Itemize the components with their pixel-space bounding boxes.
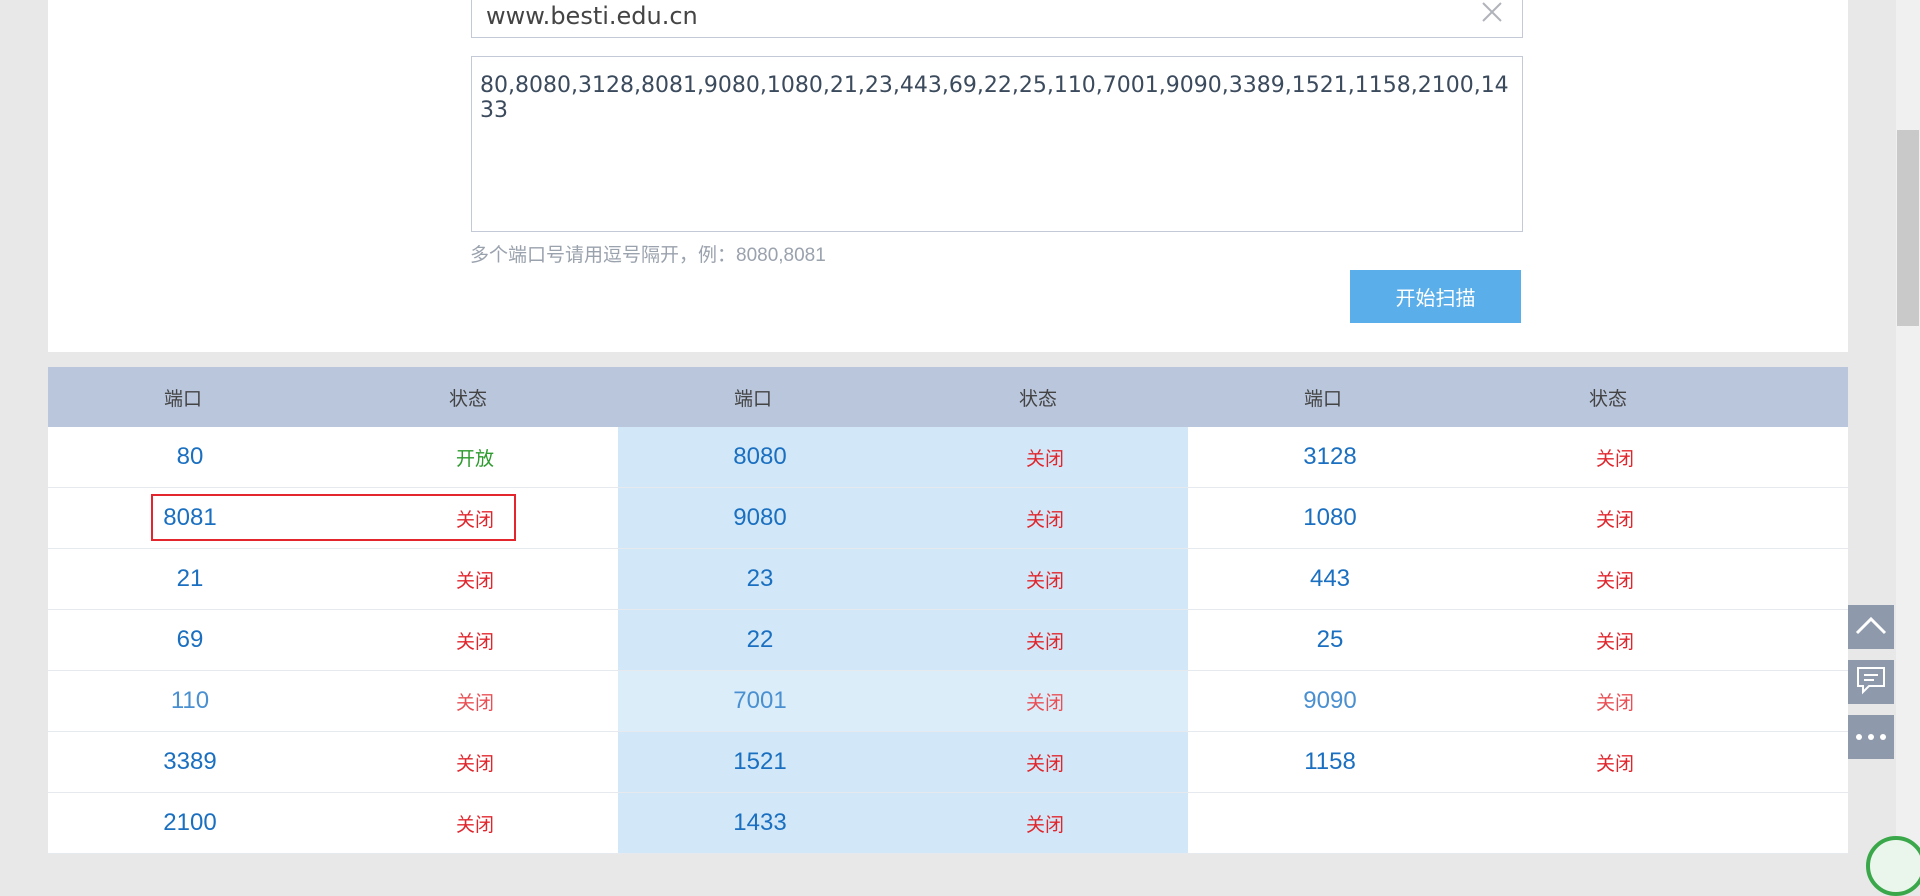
status-cell: 关闭 [1025,631,1064,653]
side-toolbar [1848,605,1896,770]
results-header: 端口 状态 端口 状态 端口 状态 [48,367,1848,427]
status-cell: 关闭 [1595,509,1634,531]
port-cell: 1521 [733,748,787,775]
results-rows: 80 开放 8080 关闭 3128 关闭 8081 关闭 9080 关闭 10 [48,427,1848,854]
status-cell [1472,793,1758,853]
status-cell: 关闭 [1025,448,1064,470]
ports-hint: 多个端口号请用逗号隔开，例：8080,8081 [470,245,826,266]
row-group: 2100 关闭 [48,793,618,853]
status-cell: 关闭 [455,753,494,775]
port-cell: 8080 [733,443,787,470]
port-cell: 1080 [1303,504,1357,531]
port-cell: 21 [176,565,204,592]
status-cell: 关闭 [1025,814,1064,836]
status-cell: 关闭 [1595,448,1634,470]
host-input-wrapper [471,0,1523,38]
start-scan-button[interactable]: 开始扫描 [1350,270,1521,323]
header-port-2: 端口 [733,388,772,410]
row-group: 22 关闭 [618,610,1188,670]
page-scrollbar[interactable] [1896,0,1920,854]
header-status-3: 状态 [1588,388,1627,410]
table-row: 3389 关闭 1521 关闭 1158 关闭 [48,732,1848,793]
feedback-icon [1855,665,1887,700]
row-group: 3389 关闭 [48,732,618,792]
status-cell: 关闭 [1025,509,1064,531]
status-cell: 关闭 [455,570,494,592]
table-row: 8081 关闭 9080 关闭 1080 关闭 [48,488,1848,549]
row-group: 7001 关闭 [618,671,1188,731]
table-row: 80 开放 8080 关闭 3128 关闭 [48,427,1848,488]
scan-results-table: 端口 状态 端口 状态 端口 状态 80 开放 8080 关闭 3128 关闭 … [48,367,1848,854]
row-group: 1521 关闭 [618,732,1188,792]
status-cell: 关闭 [1595,753,1634,775]
scan-form-panel: 80,8080,3128,8081,9080,1080,21,23,443,69… [48,0,1848,352]
more-icon [1854,728,1888,746]
row-group: 1080 关闭 [1188,488,1848,548]
port-cell: 69 [176,626,204,653]
row-group: 443 关闭 [1188,549,1848,609]
status-cell: 开放 [455,448,494,470]
row-group: 110 关闭 [48,671,618,731]
feedback-button[interactable] [1848,660,1894,704]
scrollbar-thumb[interactable] [1897,130,1919,326]
row-group [1188,793,1848,853]
port-cell: 8081 [163,504,217,531]
back-to-top-button[interactable] [1848,605,1894,649]
row-group: 8081 关闭 [48,488,618,548]
row-group: 3128 关闭 [1188,427,1848,487]
table-row: 69 关闭 22 关闭 25 关闭 [48,610,1848,671]
row-group: 8080 关闭 [618,427,1188,487]
status-cell: 关闭 [455,814,494,836]
row-group: 1158 关闭 [1188,732,1848,792]
row-group: 23 关闭 [618,549,1188,609]
port-cell: 2100 [163,809,217,836]
row-group: 69 关闭 [48,610,618,670]
header-status-1: 状态 [448,388,487,410]
table-row: 2100 关闭 1433 关闭 [48,793,1848,854]
header-status-2: 状态 [1018,388,1057,410]
port-cell: 1433 [733,809,787,836]
status-cell: 关闭 [1025,570,1064,592]
port-cell [1188,793,1472,853]
row-group: 9080 关闭 [618,488,1188,548]
status-cell: 关闭 [1025,692,1064,714]
more-button[interactable] [1848,715,1894,759]
status-cell: 关闭 [455,692,494,714]
header-port-1: 端口 [163,388,202,410]
security-badge-icon[interactable] [1866,836,1920,896]
table-row: 21 关闭 23 关闭 443 关闭 [48,549,1848,610]
port-cell: 22 [746,626,774,653]
row-group: 9090 关闭 [1188,671,1848,731]
status-cell: 关闭 [1025,753,1064,775]
status-cell: 关闭 [1595,631,1634,653]
port-cell: 7001 [733,687,787,714]
back-to-top-icon [1854,614,1888,641]
row-group: 25 关闭 [1188,610,1848,670]
close-icon[interactable] [1480,0,1504,24]
ports-textarea-wrapper: 80,8080,3128,8081,9080,1080,21,23,443,69… [471,56,1523,232]
port-cell: 110 [170,687,210,714]
row-group: 1433 关闭 [618,793,1188,853]
host-input[interactable] [472,0,1472,37]
port-cell: 80 [176,443,204,470]
header-port-3: 端口 [1303,388,1342,410]
port-cell: 9090 [1303,687,1357,714]
port-cell: 443 [1309,565,1351,592]
ports-textarea[interactable]: 80,8080,3128,8081,9080,1080,21,23,443,69… [472,57,1522,231]
status-cell: 关闭 [455,631,494,653]
status-cell: 关闭 [1595,692,1634,714]
status-cell: 关闭 [455,509,494,531]
status-cell: 关闭 [1595,570,1634,592]
port-cell: 25 [1316,626,1344,653]
row-group: 21 关闭 [48,549,618,609]
port-cell: 1158 [1304,748,1356,775]
row-group: 80 开放 [48,427,618,487]
table-row: 110 关闭 7001 关闭 9090 关闭 [48,671,1848,732]
port-cell: 23 [746,565,774,592]
port-cell: 3389 [163,748,217,775]
port-cell: 9080 [733,504,787,531]
port-cell: 3128 [1303,443,1357,470]
